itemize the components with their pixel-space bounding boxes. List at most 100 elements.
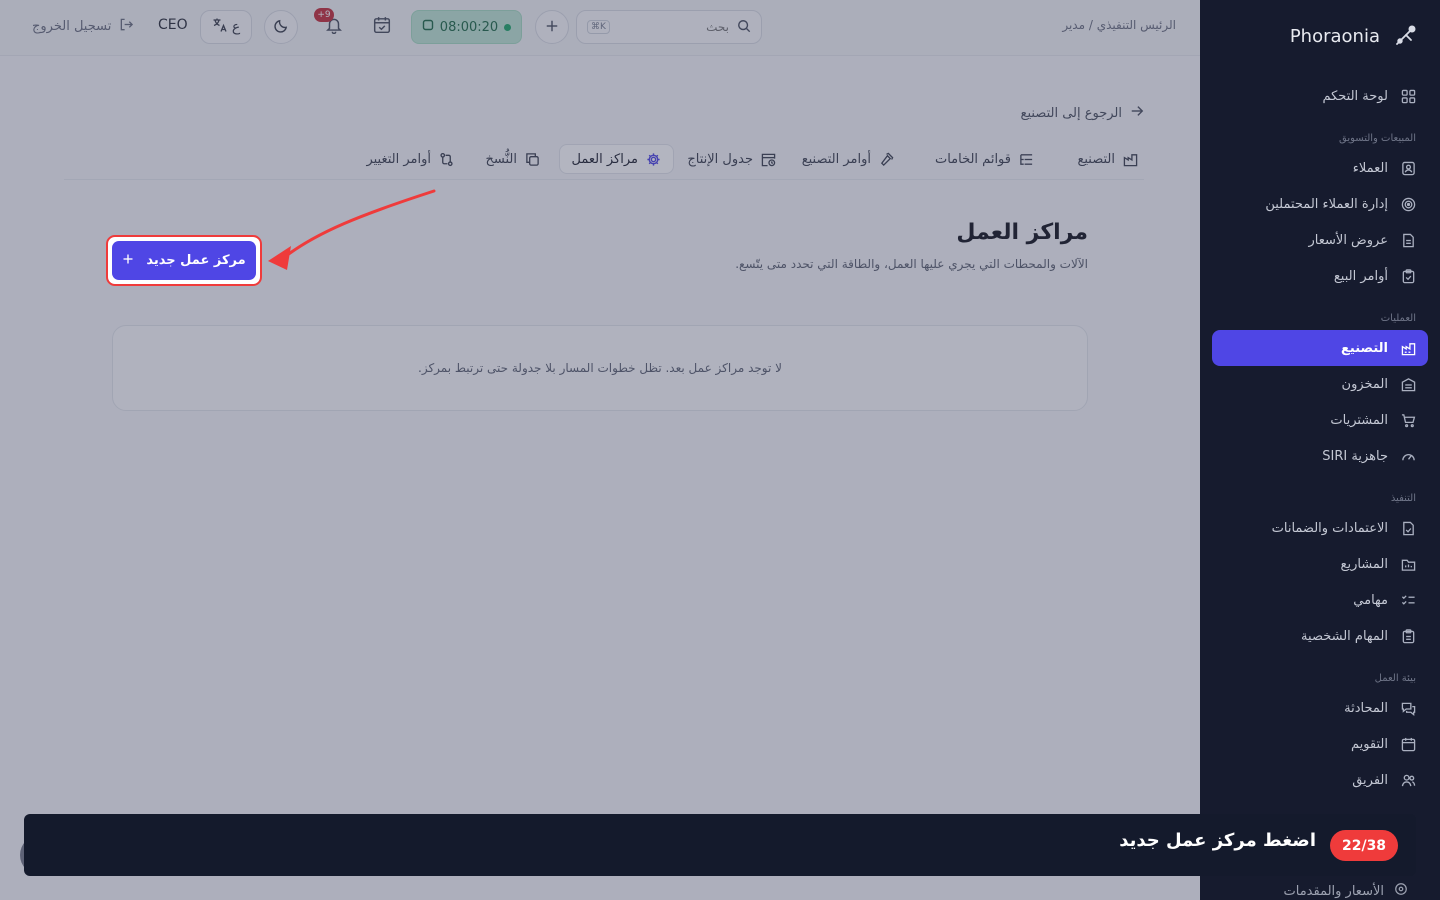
tour-step-counter: 22/38 [1330, 830, 1398, 861]
list-tree-icon [1019, 152, 1034, 167]
arrow-right-icon [1130, 104, 1144, 122]
user-role[interactable]: CEO [158, 17, 188, 33]
target-icon [1400, 196, 1416, 212]
theme-toggle-button[interactable] [264, 10, 298, 44]
new-work-center-button[interactable]: مركز عمل جديد [112, 241, 256, 280]
sidebar-item-label: أوامر البيع [1333, 268, 1388, 284]
sidebar-item-personal-tasks[interactable]: المهام الشخصية [1212, 618, 1428, 654]
sidebar-item-label: العملاء [1352, 160, 1388, 176]
sidebar-item-label: المشتريات [1330, 412, 1388, 428]
manufacturing-tabs: التصنيع قوائم الخامات أوامر التصنيع جدول… [64, 138, 1144, 180]
timer-running-indicator [504, 23, 512, 31]
tab-versions[interactable]: النُّسخ [474, 144, 552, 174]
gauge-icon [1400, 448, 1416, 464]
sidebar-item-label: عروض الأسعار [1308, 232, 1389, 248]
sidebar-item-customers[interactable]: العملاء [1212, 150, 1428, 186]
sidebar-item-projects[interactable]: المشاريع [1212, 546, 1428, 582]
hammer-icon [879, 152, 894, 167]
search-input[interactable] [619, 20, 729, 34]
sidebar-item-dashboard[interactable]: لوحة التحكم [1212, 78, 1428, 114]
tab-bills-of-materials[interactable]: قوائم الخامات [923, 144, 1046, 174]
warehouse-icon [1400, 376, 1416, 392]
tour-instruction: اضغط مركز عمل جديد [1119, 830, 1316, 851]
tab-label: التصنيع [1077, 151, 1115, 167]
tag-icon [1394, 882, 1408, 900]
empty-message: لا توجد مراكز عمل بعد. تظل خطوات المسار … [418, 361, 782, 375]
logout-button[interactable]: تسجيل الخروج [32, 17, 134, 36]
sidebar-item-label: المهام الشخصية [1301, 628, 1388, 644]
sidebar-item-label: الأسعار والمقدمات [1283, 883, 1385, 899]
language-button[interactable]: ع [200, 10, 252, 44]
tour-overlay [0, 0, 1200, 900]
document-icon [1400, 232, 1416, 248]
clipboard-list-icon [1400, 628, 1416, 644]
sidebar-item-quotes[interactable]: عروض الأسعار [1212, 222, 1428, 258]
breadcrumb: الرئيس التنفيذي / مدير [1062, 18, 1176, 32]
page-subtitle: الآلات والمحطات التي يجري عليها العمل، و… [735, 257, 1088, 271]
language-label: ع [231, 19, 241, 35]
tab-label: قوائم الخامات [934, 151, 1011, 167]
stop-icon [422, 19, 434, 35]
sidebar-item-label: التصنيع [1341, 340, 1388, 356]
sidebar-item-approvals[interactable]: الاعتمادات والضمانات [1212, 510, 1428, 546]
time-tracker[interactable]: 08:00:20 [411, 10, 522, 44]
sidebar-item-team[interactable]: الفريق [1212, 762, 1428, 798]
copy-icon [525, 152, 540, 167]
contact-icon [1400, 160, 1416, 176]
sidebar-item-label: لوحة التحكم [1322, 88, 1388, 104]
sidebar-item-label: إدارة العملاء المحتملين [1265, 196, 1388, 212]
calendar-check-button[interactable] [365, 10, 399, 44]
cart-icon [1400, 412, 1416, 428]
tab-label: جدول الإنتاج [687, 151, 753, 167]
sidebar-item-label: جاهزية SIRI [1322, 448, 1388, 464]
sidebar-item-inventory[interactable]: المخزون [1212, 366, 1428, 402]
tab-change-orders[interactable]: أوامر التغيير [354, 144, 466, 174]
sidebar-section-execution: التنفيذ [1390, 493, 1416, 504]
cog-icon [646, 152, 661, 167]
tab-manufacturing-orders[interactable]: أوامر التصنيع [790, 144, 906, 174]
sidebar-item-purchases[interactable]: المشتريات [1212, 402, 1428, 438]
tab-label: أوامر التغيير [366, 151, 431, 167]
sidebar-section-sales: المبيعات والتسويق [1339, 133, 1416, 144]
search-icon [737, 18, 751, 37]
grid-icon [1400, 88, 1416, 104]
back-label: الرجوع إلى التصنيع [1020, 105, 1122, 121]
tab-work-centers[interactable]: مراكز العمل [558, 144, 674, 174]
sidebar-item-manufacturing[interactable]: التصنيع [1212, 330, 1428, 366]
tour-pointer-arrow [268, 189, 436, 270]
sidebar-item-calendar[interactable]: التقويم [1212, 726, 1428, 762]
back-to-manufacturing-link[interactable]: الرجوع إلى التصنيع [1021, 104, 1144, 122]
sidebar-item-siri-readiness[interactable]: جاهزية SIRI [1212, 438, 1428, 474]
sidebar-item-label: الفريق [1352, 772, 1388, 788]
sidebar-item-label: التقويم [1350, 736, 1388, 752]
tab-label: مراكز العمل [571, 151, 638, 167]
logout-icon [119, 17, 134, 36]
brand[interactable]: Phoraonia [1290, 20, 1418, 52]
search-shortcut: K⌘ [587, 20, 610, 34]
users-icon [1400, 772, 1416, 788]
sidebar-item-chat[interactable]: المحادثة [1212, 690, 1428, 726]
sidebar-item-my-tasks[interactable]: مهامي [1212, 582, 1428, 618]
sidebar-item-leads[interactable]: إدارة العملاء المحتملين [1212, 186, 1428, 222]
tab-production-schedule[interactable]: جدول الإنتاج [675, 144, 788, 174]
tab-manufacturing[interactable]: التصنيع [1065, 144, 1150, 174]
sidebar-item-label: المحادثة [1344, 700, 1388, 716]
sidebar: Phoraonia لوحة التحكم المبيعات والتسويق … [1200, 0, 1440, 900]
git-compare-icon [439, 152, 454, 167]
tour-bar: 22/38 اضغط مركز عمل جديد [24, 814, 1416, 876]
search-box[interactable]: K⌘ [576, 10, 762, 44]
page-title: مراكز العمل [956, 220, 1088, 245]
sidebar-item-sales-orders[interactable]: أوامر البيع [1212, 258, 1428, 294]
file-check-icon [1400, 520, 1416, 536]
sidebar-item-prices[interactable]: الأسعار والمقدمات [1284, 882, 1409, 900]
sidebar-item-label: المشاريع [1340, 556, 1388, 572]
calendar-clock-icon [761, 152, 776, 167]
telescope-icon [1392, 23, 1418, 49]
sidebar-section-operations: العمليات [1380, 313, 1416, 324]
folder-icon [1400, 556, 1416, 572]
checklist-icon [1400, 592, 1416, 608]
quick-add-button[interactable] [535, 10, 569, 44]
empty-state: لا توجد مراكز عمل بعد. تظل خطوات المسار … [112, 325, 1088, 411]
brand-name: Phoraonia [1289, 25, 1380, 47]
timer-value: 08:00:20 [439, 19, 499, 35]
